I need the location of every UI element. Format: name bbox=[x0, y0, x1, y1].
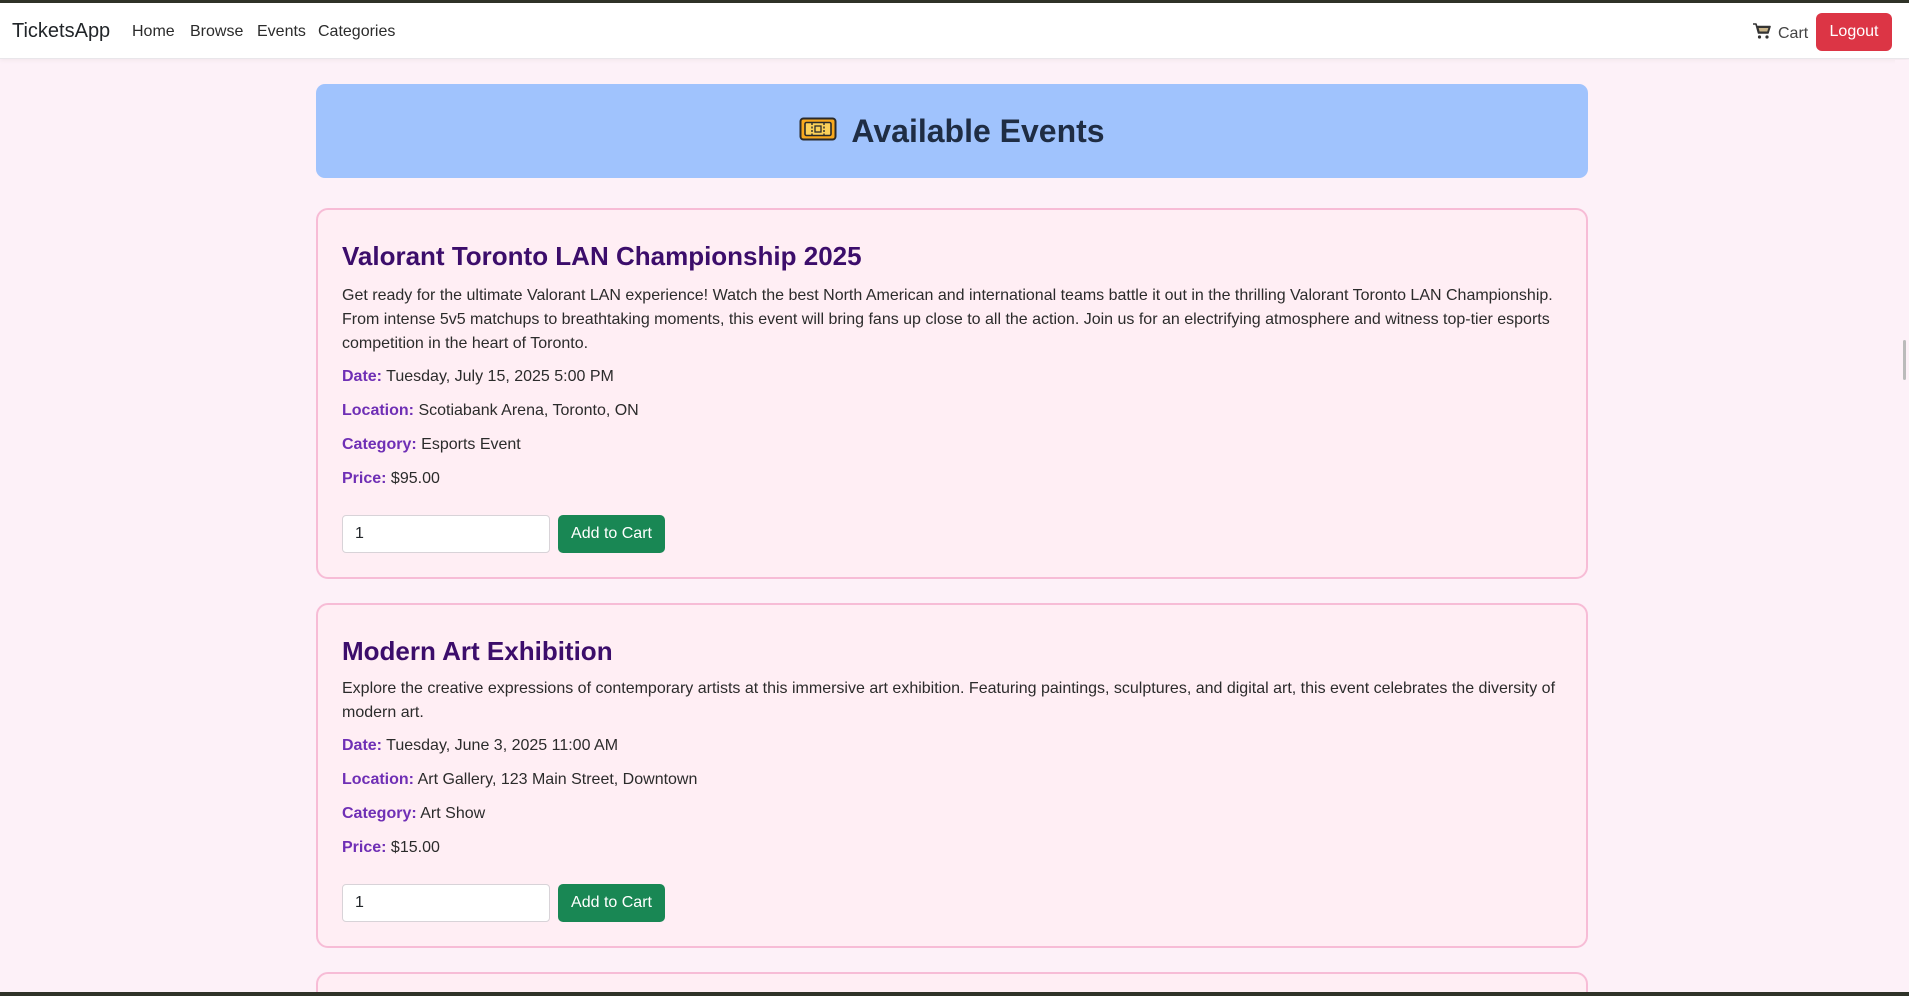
category-value: Art Show bbox=[420, 805, 486, 822]
location-label: Location: bbox=[342, 402, 414, 419]
nav-link-categories[interactable]: Categories bbox=[318, 23, 395, 41]
add-to-cart-button[interactable]: Add to Cart bbox=[558, 884, 665, 922]
event-date: Date: Tuesday, July 15, 2025 5:00 PM bbox=[342, 368, 614, 386]
event-date: Date: Tuesday, June 3, 2025 11:00 AM bbox=[342, 737, 618, 755]
page-title: Available Events bbox=[851, 112, 1105, 149]
event-card: Modern Art Exhibition Explore the creati… bbox=[316, 603, 1588, 948]
location-value: Scotiabank Arena, Toronto, ON bbox=[418, 402, 639, 419]
quantity-input[interactable] bbox=[342, 884, 550, 922]
ticket-icon bbox=[799, 116, 837, 147]
window-bottom-border bbox=[0, 992, 1909, 996]
date-value: Tuesday, July 15, 2025 5:00 PM bbox=[386, 368, 614, 385]
quantity-input[interactable] bbox=[342, 515, 550, 553]
nav-link-home[interactable]: Home bbox=[132, 23, 175, 41]
cart-link[interactable]: Cart bbox=[1752, 22, 1808, 45]
navbar: TicketsApp Home Browse Events Categories… bbox=[0, 3, 1909, 59]
price-value: $95.00 bbox=[390, 470, 440, 487]
date-value: Tuesday, June 3, 2025 11:00 AM bbox=[386, 737, 619, 754]
nav-link-events[interactable]: Events bbox=[257, 23, 306, 41]
price-label: Price: bbox=[342, 839, 387, 856]
price-value: $15.00 bbox=[390, 839, 440, 856]
logout-button[interactable]: Logout bbox=[1816, 13, 1892, 51]
nav-link-browse[interactable]: Browse bbox=[190, 23, 243, 41]
date-label: Date: bbox=[342, 368, 383, 385]
cart-label: Cart bbox=[1778, 24, 1809, 42]
event-price: Price: $15.00 bbox=[342, 839, 440, 857]
events-header: Available Events bbox=[316, 84, 1588, 178]
event-title: Valorant Toronto LAN Championship 2025 bbox=[342, 241, 862, 271]
date-label: Date: bbox=[342, 737, 383, 754]
add-to-cart-button[interactable]: Add to Cart bbox=[558, 515, 665, 553]
price-label: Price: bbox=[342, 470, 387, 487]
scrollbar[interactable] bbox=[1895, 60, 1909, 996]
category-label: Category: bbox=[342, 805, 417, 822]
category-value: Esports Event bbox=[421, 436, 521, 453]
event-location: Location: Art Gallery, 123 Main Street, … bbox=[342, 771, 697, 789]
location-label: Location: bbox=[342, 771, 414, 788]
scrollbar-thumb[interactable] bbox=[1903, 340, 1906, 380]
page: TicketsApp Home Browse Events Categories… bbox=[0, 0, 1909, 996]
brand-link[interactable]: TicketsApp bbox=[12, 20, 110, 43]
event-location: Location: Scotiabank Arena, Toronto, ON bbox=[342, 402, 639, 420]
event-category: Category: Art Show bbox=[342, 805, 485, 823]
cart-icon bbox=[1752, 22, 1772, 45]
event-price: Price: $95.00 bbox=[342, 470, 440, 488]
event-category: Category: Esports Event bbox=[342, 436, 521, 454]
event-card: Valorant Toronto LAN Championship 2025 G… bbox=[316, 208, 1588, 579]
event-title: Modern Art Exhibition bbox=[342, 636, 613, 666]
event-description: Get ready for the ultimate Valorant LAN … bbox=[342, 287, 1553, 352]
event-description: Explore the creative expressions of cont… bbox=[342, 680, 1556, 721]
location-value: Art Gallery, 123 Main Street, Downtown bbox=[417, 771, 698, 788]
category-label: Category: bbox=[342, 436, 417, 453]
